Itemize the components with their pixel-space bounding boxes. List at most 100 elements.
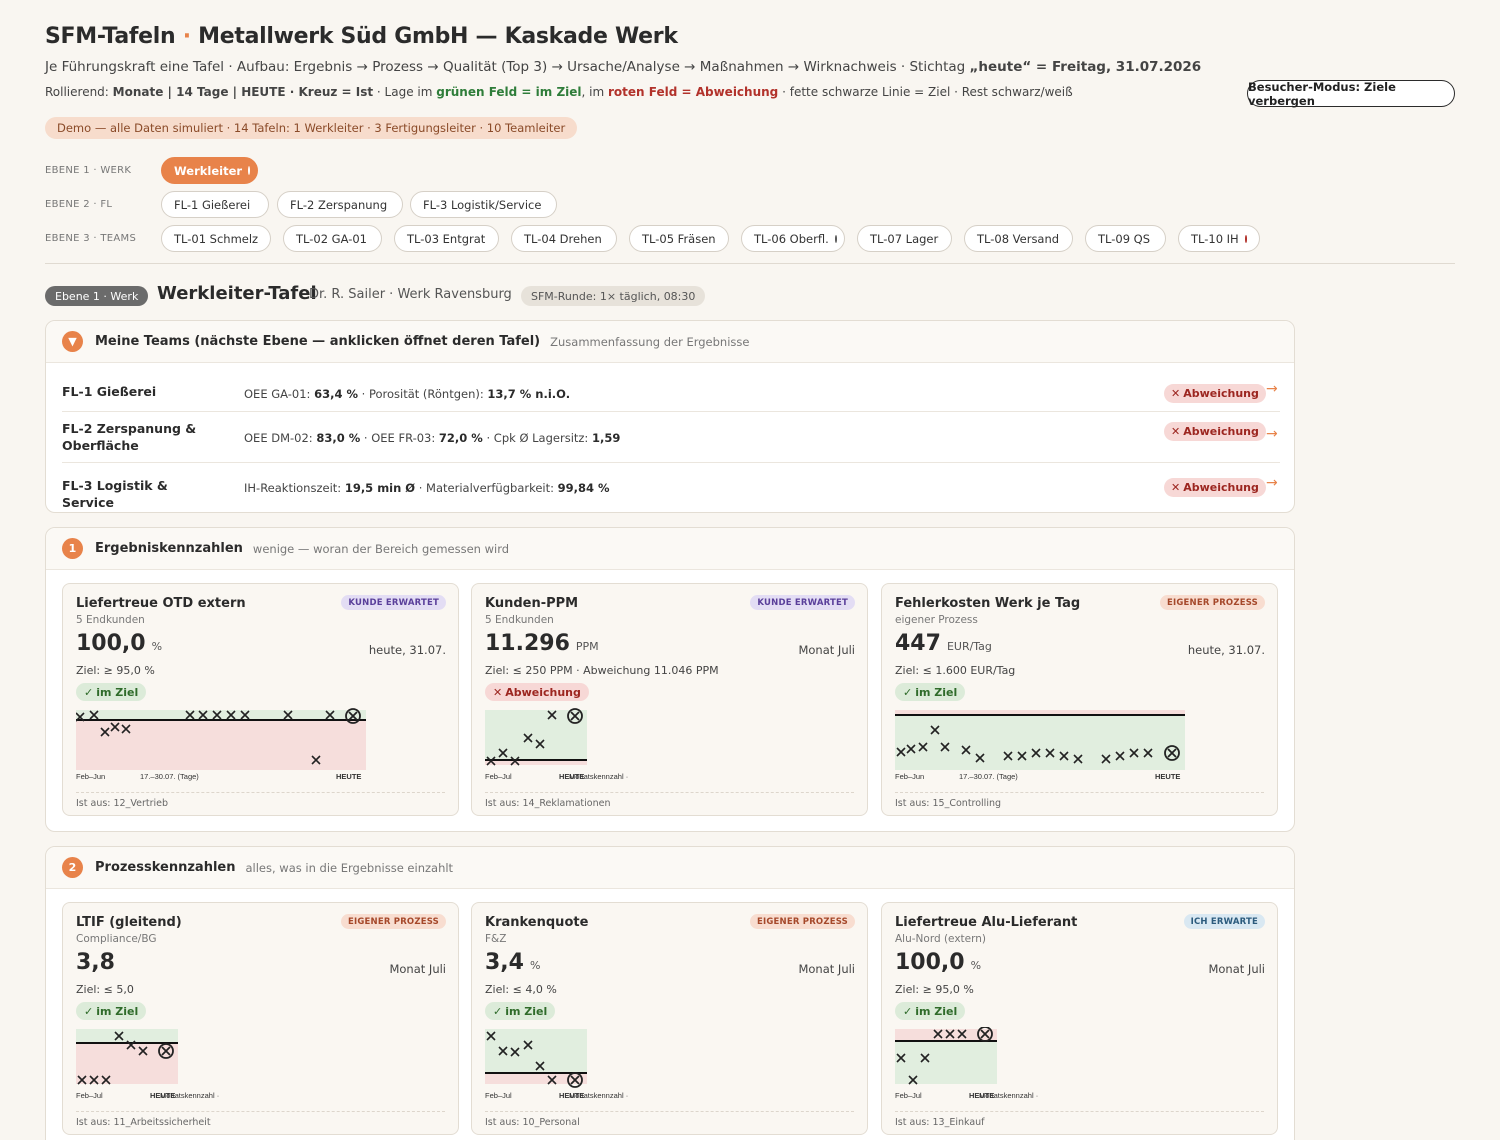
axis-label: HEUTE <box>1155 772 1180 781</box>
kpi-value-number: 100,0 <box>76 631 146 656</box>
metric-label: OEE GA-01: <box>244 387 315 401</box>
zone-top <box>76 1029 178 1043</box>
kpi-card[interactable]: Krankenquote F&Z Monat Juli Ziel: ≤ 4,0 % Is… <box>471 902 868 1135</box>
kpi-card[interactable]: Fehlerkosten Werk je Tag eigener Prozess h… <box>881 583 1278 816</box>
metric-value: 99,84 % <box>557 481 610 495</box>
axis-label: Feb–Jun <box>76 772 105 781</box>
status-text: Abweichung <box>1183 425 1259 438</box>
chip-fl-3-logistik-service[interactable]: FL-3 Logistik/Service <box>410 191 557 218</box>
team-name[interactable]: FL-1 Gießerei <box>62 383 222 400</box>
arrow-right-icon[interactable]: → <box>1266 426 1278 442</box>
status-badge: ✕ Abweichung <box>485 683 589 701</box>
visitor-mode-button[interactable]: Besucher-Modus: Ziele verbergen <box>1247 80 1455 108</box>
teams-panel-header[interactable]: ▼ Meine Teams (nächste Ebene — anklicken… <box>46 321 1294 363</box>
trend-chart: Feb–Jun 17.–30.07. (Tage) HEUTE <box>895 710 1185 781</box>
legend-roll-values: Monate | 14 Tage | HEUTE · Kreuz = Ist <box>112 85 374 99</box>
chip-label: TL-03 Entgrat <box>407 231 486 246</box>
arrow-right-icon[interactable]: → <box>1266 381 1278 397</box>
trend-chart: Feb–Jun 17.–30.07. (Tage) HEUTE <box>76 708 366 781</box>
status-badge: ✓ im Ziel <box>895 683 966 701</box>
team-name[interactable]: FL-3 Logistik & Service <box>62 477 222 511</box>
kpi-expectation-tag: ICH ERWARTE <box>1183 914 1265 929</box>
check-icon: ✓ <box>903 685 913 699</box>
title-company: Metallwerk Süd GmbH — Kaskade Werk <box>198 24 678 49</box>
page-title: SFM-Tafeln · Metallwerk Süd GmbH — Kaska… <box>45 24 1455 49</box>
legend-red: roten Feld = Abweichung <box>608 85 779 99</box>
kpi-card[interactable]: Liefertreue Alu-Lieferant Alu-Nord (exter… <box>881 902 1278 1135</box>
metric-label: · OEE FR-03: <box>360 431 439 445</box>
kpi-title: LTIF (gleitend) <box>76 915 182 930</box>
arrow-right-icon[interactable]: → <box>1266 475 1278 491</box>
axis-label: HEUTE <box>969 1091 994 1100</box>
status-badge: ✕ Abweichung <box>1164 384 1266 403</box>
legend-line: Rollierend: Monate | 14 Tage | HEUTE · K… <box>45 85 1455 99</box>
chip-werkleiter[interactable]: Werkleiter <box>161 157 258 184</box>
status-text: im Ziel <box>96 1004 139 1018</box>
process-panel-title: Prozesskennzahlen <box>95 860 236 875</box>
team-metrics: OEE GA-01: 63,4 % · Porosität (Röntgen):… <box>244 387 570 401</box>
check-icon: ✓ <box>493 1004 503 1018</box>
metric-label: · Materialverfügbarkeit: <box>415 481 558 495</box>
status-badge: ✓ im Ziel <box>76 1002 147 1020</box>
status-badge: ✕ Abweichung <box>1164 478 1266 497</box>
level-1-label: EBENE 1 · WERK <box>45 165 132 176</box>
kpi-expectation-tag: KUNDE ERWARTET <box>341 595 446 610</box>
team-metrics: IH-Reaktionszeit: 19,5 min Ø · Materialv… <box>244 481 610 495</box>
kpi-period: heute, 31.07. <box>368 643 446 657</box>
kpi-period: heute, 31.07. <box>1187 643 1265 657</box>
collapse-toggle-icon[interactable]: ▼ <box>62 331 83 352</box>
chip-tl-01-schmelz[interactable]: TL-01 Schmelz <box>161 225 271 252</box>
metric-value: 1,59 <box>591 431 621 445</box>
kpi-card[interactable]: Liefertreue OTD extern 5 Endkunden heute, … <box>62 583 459 816</box>
chip-tl-10-ih[interactable]: TL-10 IH <box>1178 225 1260 252</box>
kpi-footnote: Ist aus: 12_Vertrieb <box>76 792 445 809</box>
chip-tl-02-ga-01[interactable]: TL-02 GA-01 <box>283 225 382 252</box>
chip-label: FL-3 Logistik/Service <box>423 197 542 212</box>
chip-tl-09-qs[interactable]: TL-09 QS <box>1085 225 1166 252</box>
kpi-period: Monat Juli <box>798 643 855 657</box>
chip-tl-08-versand[interactable]: TL-08 Versand <box>964 225 1073 252</box>
chip-fl-1-gie-erei[interactable]: FL-1 Gießerei <box>161 191 269 218</box>
demo-badge: Demo — alle Daten simuliert · 14 Tafeln:… <box>45 117 578 139</box>
chip-tl-03-entgrat[interactable]: TL-03 Entgrat <box>394 225 499 252</box>
subtitle-structure: Je Führungskraft eine Tafel · Aufbau: Er… <box>45 59 970 75</box>
status-badge: ✕ Abweichung <box>1164 422 1266 441</box>
kpi-title: Kunden-PPM <box>485 596 579 611</box>
kpi-source: eigener Prozess <box>895 614 978 626</box>
kpi-card[interactable]: LTIF (gleitend) Compliance/BG Monat Juli Zi… <box>62 902 459 1135</box>
axis-label: Feb–Jul <box>895 1091 922 1100</box>
kpi-value: 3,8 <box>76 950 115 975</box>
status-red-dot-icon <box>248 166 251 175</box>
legend-text: · Lage im <box>373 85 437 99</box>
process-panel-subtitle: alles, was in die Ergebnisse einzahlt <box>245 860 454 875</box>
chip-tl-06-oberfl-[interactable]: TL-06 Oberfl. <box>741 225 845 252</box>
zone-bottom <box>895 715 1185 770</box>
kpi-source: F&Z <box>485 933 507 945</box>
team-row[interactable]: FL-3 Logistik & Service IH-Reaktionszeit:… <box>62 463 1280 510</box>
kpi-expectation-tag: EIGENER PROZESS <box>340 914 446 929</box>
kpi-value: 100,0% <box>76 631 162 656</box>
team-row[interactable]: FL-2 Zerspanung & Oberfläche OEE DM-02: 8… <box>62 412 1280 463</box>
chip-tl-04-drehen[interactable]: TL-04 Drehen <box>511 225 617 252</box>
status-text: im Ziel <box>505 1004 548 1018</box>
axis-label: Feb–Jul <box>76 1091 103 1100</box>
axis-label: 17.–30.07. (Tage) <box>140 772 199 781</box>
chip-tl-05-fr-sen[interactable]: TL-05 Fräsen <box>629 225 729 252</box>
kpi-goal: Ziel: ≥ 95,0 % <box>895 983 974 996</box>
chip-tl-07-lager[interactable]: TL-07 Lager <box>857 225 952 252</box>
metric-label: · Cpk Ø Lagersitz: <box>482 431 592 445</box>
legend-end: · fette schwarze Linie = Ziel · Rest sch… <box>778 85 1073 99</box>
zone-top <box>485 1029 587 1073</box>
status-badge: ✓ im Ziel <box>485 1002 556 1020</box>
kpi-card[interactable]: Kunden-PPM 5 Endkunden Monat Juli Ziel: ≤ 2… <box>471 583 868 816</box>
kpi-value-number: 447 <box>895 631 941 656</box>
chip-fl-2-zerspanung[interactable]: FL-2 Zerspanung <box>277 191 403 218</box>
status-text: im Ziel <box>915 1004 958 1018</box>
team-row[interactable]: FL-1 Gießerei OEE GA-01: 63,4 % · Porosit… <box>62 369 1280 412</box>
kpi-unit: % <box>970 959 982 972</box>
team-name[interactable]: FL-2 Zerspanung & Oberfläche <box>62 420 222 454</box>
metric-value: 63,4 % <box>314 387 358 401</box>
metric-label: · Porosität (Röntgen): <box>357 387 488 401</box>
kpi-value: 11.296 PPM <box>485 631 599 656</box>
trend-chart: Feb–Jul Monatskennzahl ·HEUTE <box>76 1029 219 1100</box>
